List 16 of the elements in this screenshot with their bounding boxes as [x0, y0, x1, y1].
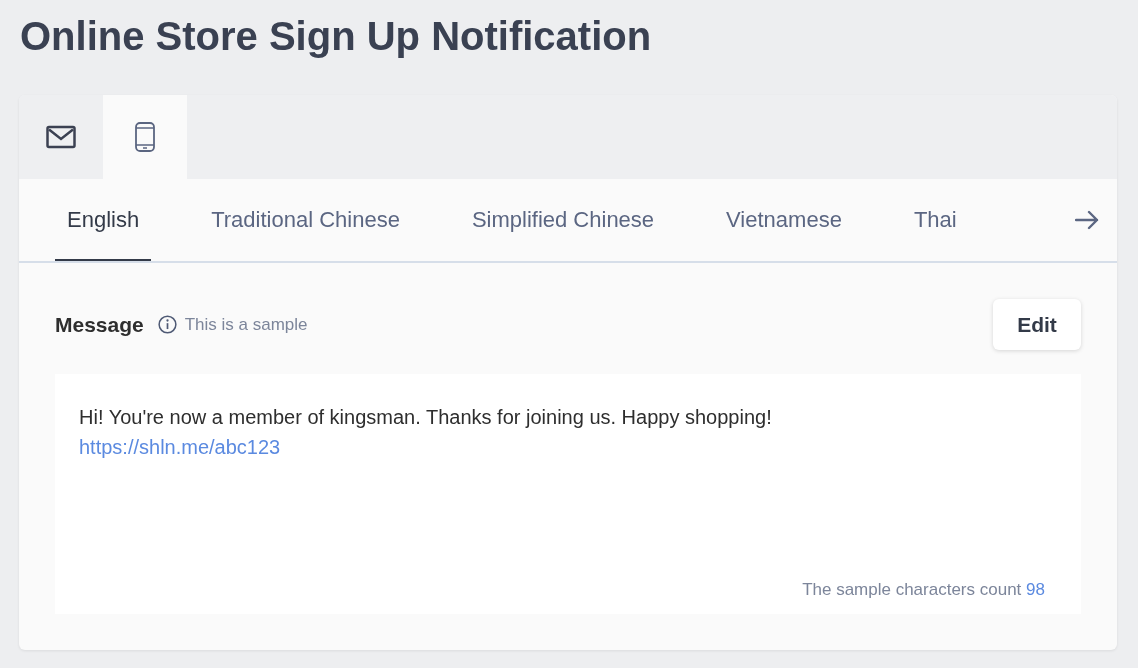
sample-hint: This is a sample	[184, 313, 308, 336]
language-tab[interactable]: Simplified Chinese	[459, 179, 667, 261]
language-tab[interactable]: Traditional Chinese	[199, 179, 412, 261]
info-icon	[157, 315, 177, 334]
envelope-icon	[46, 125, 76, 149]
phone-icon	[135, 122, 155, 152]
message-label: Message	[55, 311, 144, 338]
edit-button[interactable]: Edit	[993, 299, 1081, 350]
arrow-right-icon[interactable]	[1075, 210, 1099, 230]
character-count: The sample characters count 98	[802, 578, 1045, 601]
short-link[interactable]: https://shln.me/abc123	[79, 432, 281, 462]
message-text: Hi! You're now a member of kingsman. Thanks for joining us. Happy shopping!	[79, 405, 772, 430]
language-tab[interactable]: Thai	[901, 179, 969, 261]
language-tab[interactable]: Vietnamese	[714, 179, 854, 261]
language-tab[interactable]: English	[55, 179, 152, 261]
page-title: Online Store Sign Up Notification	[20, 13, 652, 60]
